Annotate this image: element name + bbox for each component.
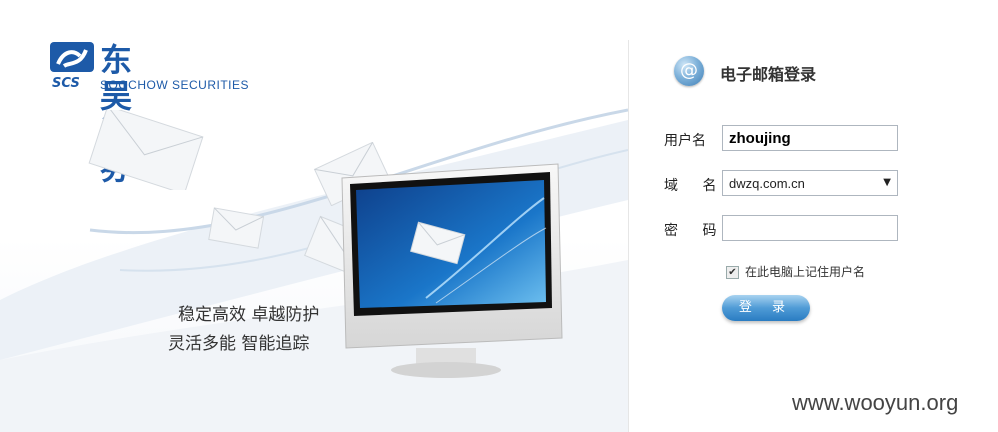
envelope-icon — [208, 207, 265, 249]
domain-label: 域 名 — [664, 178, 727, 194]
password-input[interactable] — [723, 216, 897, 240]
computer-monitor-icon — [341, 163, 563, 378]
password-field[interactable] — [722, 215, 898, 241]
username-label: 用户名 — [664, 133, 706, 149]
remember-checkbox[interactable]: ✔ — [726, 266, 739, 279]
hero-panel: SCS 东吴证券 SOOCHOW SECURITIES — [0, 0, 628, 432]
logo-mark-text: SCS — [52, 76, 80, 90]
username-field[interactable] — [722, 125, 898, 151]
domain-select[interactable]: dwzq.com.cn ▼ — [722, 170, 898, 196]
remember-username[interactable]: ✔ 在此电脑上记住用户名 — [726, 263, 865, 280]
remember-label: 在此电脑上记住用户名 — [745, 265, 866, 279]
watermark-text: www.wooyun.org — [792, 390, 959, 415]
slogan-line: 稳定高效 卓越防护 — [178, 305, 320, 325]
at-icon: @ — [674, 56, 704, 86]
scs-logo-mark: SCS — [50, 42, 94, 90]
brand-name-en: SOOCHOW SECURITIES — [100, 78, 250, 92]
password-label: 密 码 — [664, 223, 727, 239]
domain-selected-value: dwzq.com.cn — [729, 176, 805, 191]
login-title: 电子邮箱登录 — [720, 65, 817, 84]
envelope-icon — [88, 110, 204, 190]
envelope-icon — [410, 221, 466, 265]
panel-divider — [628, 40, 629, 432]
username-input[interactable] — [723, 126, 897, 150]
slogan-line: 灵活多能 智能追踪 — [168, 334, 310, 354]
login-button[interactable]: 登 录 — [722, 295, 810, 321]
dropdown-arrow-icon: ▼ — [883, 177, 891, 188]
